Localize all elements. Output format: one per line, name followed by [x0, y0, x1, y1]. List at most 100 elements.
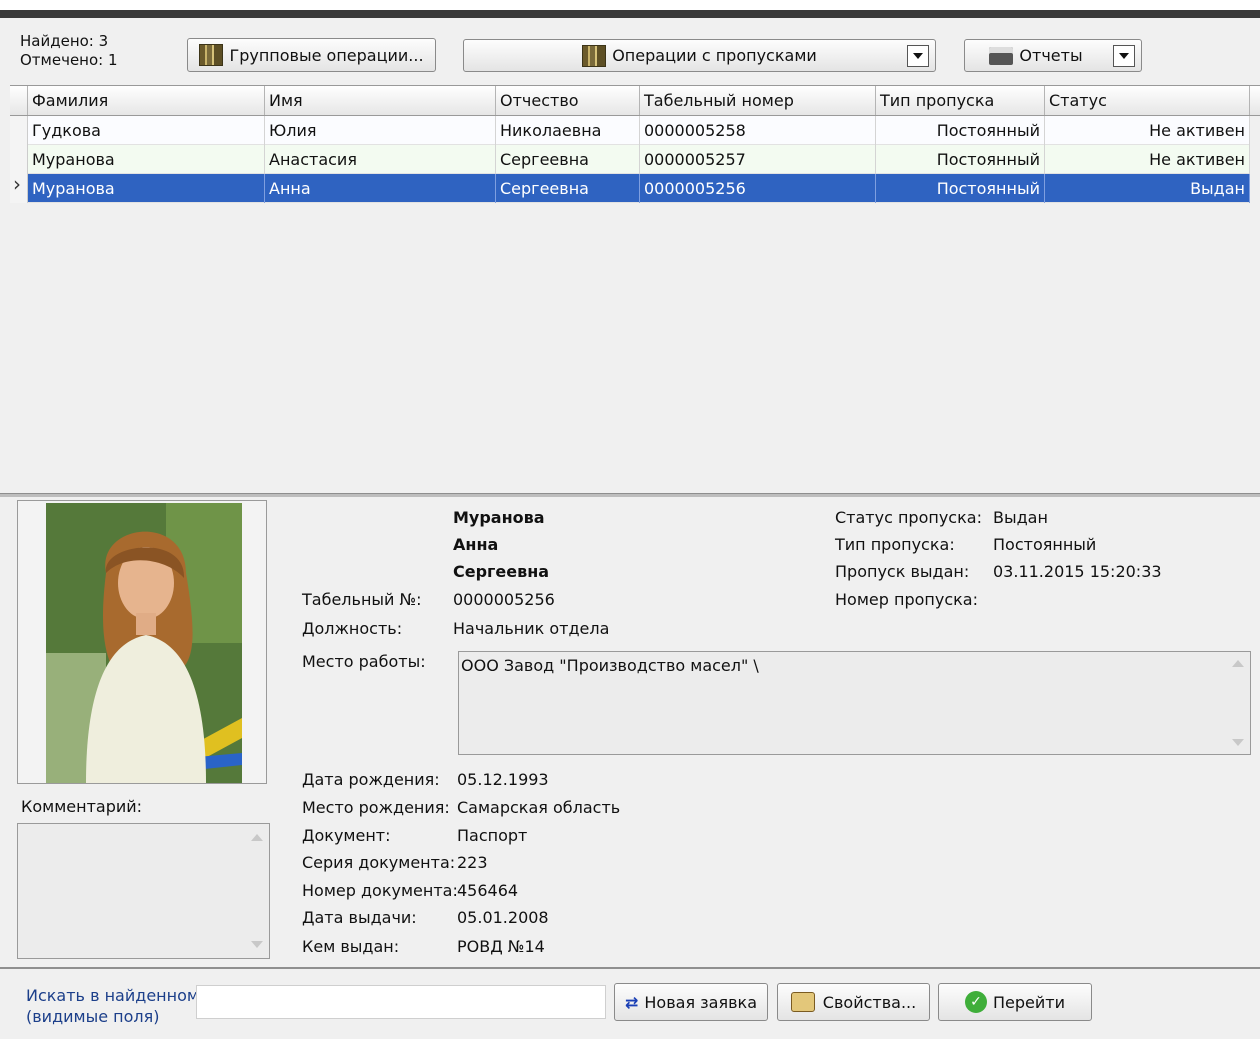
cell-first-name: Юлия: [265, 116, 496, 145]
table-row-selected[interactable]: Муранова Анна Сергеевна 0000005256 Посто…: [10, 172, 1250, 203]
cell-status: Не активен: [1045, 145, 1250, 174]
cell-tab-number: 0000005257: [640, 145, 876, 174]
cell-status: Не активен: [1045, 116, 1250, 145]
scroll-down-icon[interactable]: [251, 941, 263, 948]
books-icon: [582, 44, 607, 67]
reports-dropdown[interactable]: Отчеты: [964, 39, 1142, 72]
pass-operations-dropdown[interactable]: Операции с пропусками: [463, 39, 936, 72]
chevron-down-icon[interactable]: [907, 45, 929, 67]
pass-issued-value: 03.11.2015 15:20:33: [993, 562, 1162, 581]
workplace-value: ООО Завод "Производство масел" \: [461, 656, 759, 675]
series-value: 223: [457, 853, 488, 872]
pass-type-value: Постоянный: [993, 535, 1097, 554]
detail-middle-name: Сергеевна: [453, 562, 550, 581]
properties-button[interactable]: Свойства...: [777, 983, 930, 1021]
panel-splitter[interactable]: [0, 493, 1260, 497]
cell-middle-name: Николаевна: [496, 116, 640, 145]
document-label: Документ:: [302, 826, 391, 845]
workplace-field[interactable]: ООО Завод "Производство масел" \: [458, 651, 1251, 755]
check-icon: ✓: [965, 991, 987, 1013]
cell-first-name: Анастасия: [265, 145, 496, 174]
current-row-arrow-icon: [10, 172, 28, 203]
column-header-last-name[interactable]: Фамилия: [28, 86, 265, 115]
birth-date-value: 05.12.1993: [457, 770, 549, 789]
printer-icon: [989, 46, 1014, 65]
pass-status-value: Выдан: [993, 508, 1048, 527]
properties-label: Свойства...: [822, 992, 917, 1012]
scroll-down-icon[interactable]: [1232, 739, 1244, 746]
search-label-line2: (видимые поля): [26, 1007, 160, 1026]
issued-by-label: Кем выдан:: [302, 937, 400, 956]
series-label: Серия документа:: [302, 853, 456, 872]
tab-number-label: Табельный №:: [302, 590, 422, 609]
table-row[interactable]: Муранова Анастасия Сергеевна 0000005257 …: [10, 145, 1250, 174]
birth-date-label: Дата рождения:: [302, 770, 440, 789]
cell-first-name: Анна: [265, 174, 496, 203]
detail-first-name: Анна: [453, 535, 499, 554]
new-request-label: Новая заявка: [644, 992, 757, 1012]
doc-number-label: Номер документа:: [302, 881, 458, 900]
group-operations-button[interactable]: Групповые операции...: [187, 38, 436, 72]
cell-status: Выдан: [1045, 174, 1250, 203]
pass-issued-label: Пропуск выдан:: [835, 562, 970, 581]
go-label: Перейти: [993, 992, 1065, 1012]
position-label: Должность:: [302, 619, 403, 638]
row-indicator: [10, 145, 28, 174]
table-row[interactable]: Гудкова Юлия Николаевна 0000005258 Посто…: [10, 116, 1250, 145]
position-value: Начальник отдела: [453, 619, 610, 638]
birth-place-label: Место рождения:: [302, 798, 450, 817]
column-header-tab-number[interactable]: Табельный номер: [640, 86, 876, 115]
header-indicator: [10, 86, 28, 115]
cell-middle-name: Сергеевна: [496, 145, 640, 174]
window-title-strip: [0, 10, 1260, 18]
go-button[interactable]: ✓ Перейти: [938, 983, 1092, 1021]
doc-number-value: 456464: [457, 881, 519, 900]
detail-last-name: Муранова: [453, 508, 545, 527]
pass-type-label: Тип пропуска:: [835, 535, 955, 554]
found-count: Найдено: 3: [20, 32, 109, 50]
pass-status-label: Статус пропуска:: [835, 508, 982, 527]
grid-header: Фамилия Имя Отчество Табельный номер Тип…: [10, 86, 1260, 116]
books-icon: [199, 44, 224, 66]
chevron-down-icon[interactable]: [1113, 45, 1135, 67]
cell-tab-number: 0000005258: [640, 116, 876, 145]
cell-pass-type: Постоянный: [876, 116, 1045, 145]
issued-by-value: РОВД №14: [457, 937, 545, 956]
workplace-label: Место работы:: [302, 652, 426, 671]
cell-last-name: Гудкова: [28, 116, 265, 145]
column-header-pass-type[interactable]: Тип пропуска: [876, 86, 1045, 115]
comment-field[interactable]: [17, 823, 270, 959]
photo-frame: [17, 500, 267, 784]
column-header-first-name[interactable]: Имя: [265, 86, 496, 115]
search-input[interactable]: [196, 985, 606, 1019]
row-indicator: [10, 116, 28, 145]
scroll-up-icon[interactable]: [251, 834, 263, 841]
cell-pass-type: Постоянный: [876, 145, 1045, 174]
search-label-line1: Искать в найденном: [26, 986, 199, 1005]
column-header-status[interactable]: Статус: [1045, 86, 1250, 115]
result-counts: Найдено: 3 Отмечено: 1: [20, 32, 118, 70]
pass-number-label: Номер пропуска:: [835, 590, 978, 609]
cell-last-name: Муранова: [28, 145, 265, 174]
new-request-button[interactable]: ⇄ Новая заявка: [614, 983, 768, 1021]
checked-count: Отмечено: 1: [20, 51, 118, 69]
cell-tab-number: 0000005256: [640, 174, 876, 203]
issue-date-label: Дата выдачи:: [302, 908, 417, 927]
comment-label: Комментарий:: [21, 797, 143, 816]
scroll-up-icon[interactable]: [1232, 660, 1244, 667]
cell-middle-name: Сергеевна: [496, 174, 640, 203]
birth-place-value: Самарская область: [457, 798, 621, 817]
cell-last-name: Муранова: [28, 174, 265, 203]
persons-grid[interactable]: Фамилия Имя Отчество Табельный номер Тип…: [10, 85, 1260, 494]
hand-icon: [790, 992, 815, 1012]
person-photo: [46, 503, 242, 783]
search-label: Искать в найденном (видимые поля): [26, 985, 199, 1027]
cell-pass-type: Постоянный: [876, 174, 1045, 203]
tab-number-value: 0000005256: [453, 590, 555, 609]
issue-date-value: 05.01.2008: [457, 908, 549, 927]
new-request-icon: ⇄: [624, 992, 639, 1012]
reports-label: Отчеты: [1019, 46, 1083, 65]
document-value: Паспорт: [457, 826, 528, 845]
column-header-middle-name[interactable]: Отчество: [496, 86, 640, 115]
pass-operations-label: Операции с пропусками: [612, 46, 817, 65]
